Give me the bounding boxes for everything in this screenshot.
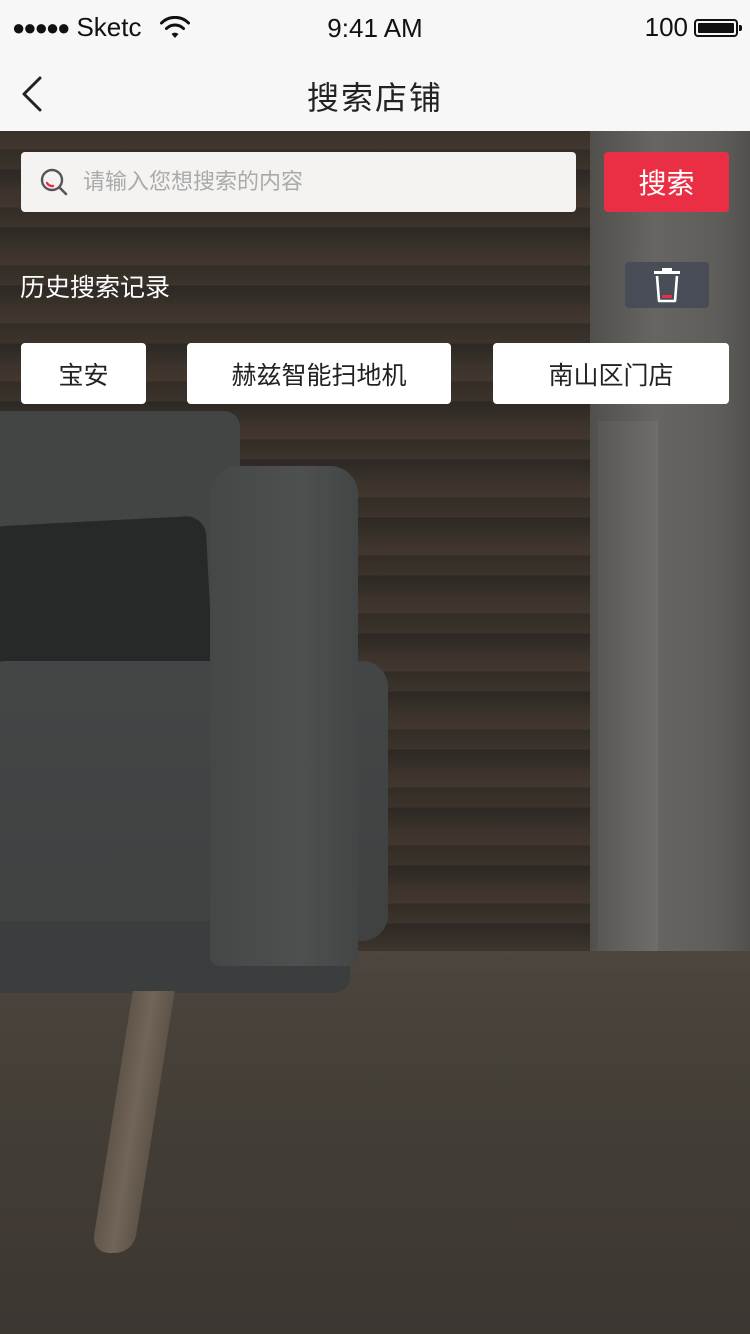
status-time: 9:41 AM xyxy=(327,13,423,43)
history-tag[interactable]: 南山区门店 xyxy=(493,343,729,404)
battery-level: 100 xyxy=(644,12,688,42)
background-photo xyxy=(0,131,750,1334)
nav-bar: 搜索店铺 xyxy=(0,56,750,131)
search-input[interactable] xyxy=(81,168,555,196)
battery-icon xyxy=(694,18,742,37)
status-bar: ●●●●● Sketc 9:41 AM 100 xyxy=(0,0,750,56)
trash-icon xyxy=(654,268,680,303)
battery-fill xyxy=(698,22,734,33)
history-tag[interactable]: 宝安 xyxy=(21,343,146,404)
search-icon xyxy=(40,168,68,196)
dark-overlay xyxy=(0,131,750,1334)
history-tag[interactable]: 赫兹智能扫地机 xyxy=(187,343,451,404)
search-store-screen: ●●●●● Sketc 9:41 AM 100 搜索店铺 请输入您想搜索的内容 … xyxy=(0,0,750,1334)
battery-group: 100 xyxy=(644,12,742,43)
clear-history-button[interactable] xyxy=(625,262,709,308)
page-title: 搜索店铺 xyxy=(306,79,443,117)
history-title: 历史搜索记录 xyxy=(20,273,171,302)
search-field[interactable] xyxy=(21,152,576,212)
search-button[interactable]: 搜索 xyxy=(604,152,729,212)
